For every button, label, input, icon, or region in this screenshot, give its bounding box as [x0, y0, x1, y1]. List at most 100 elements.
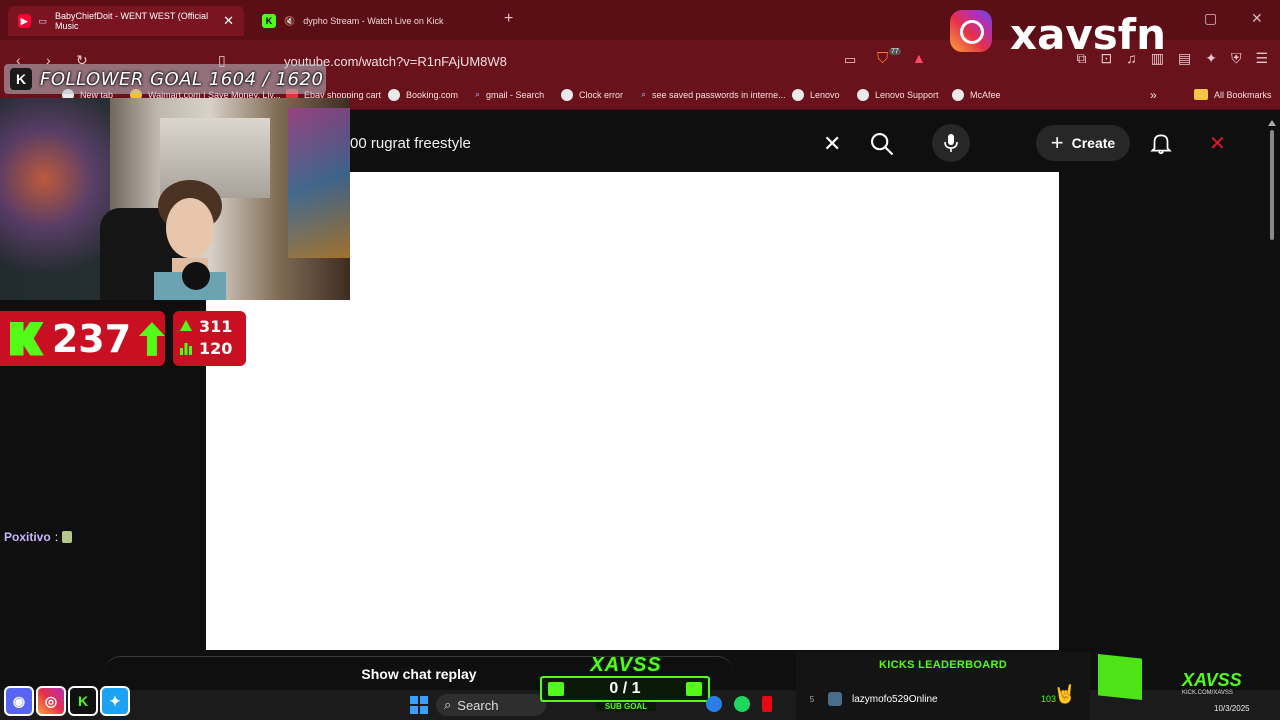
microphone-icon — [944, 134, 958, 152]
edge-icon[interactable] — [706, 696, 722, 712]
folder-icon — [1194, 89, 1208, 100]
bookmark-label: Booking.com — [406, 90, 459, 100]
follower-goal-bar: K FOLLOWER GOAL 1604 / 1620 — [4, 64, 326, 94]
sub-goal-label: SUB GOAL — [596, 702, 656, 711]
close-tab-icon[interactable]: ✕ — [223, 13, 234, 29]
instagram-icon — [950, 10, 992, 52]
kick-logo-icon — [10, 321, 44, 356]
chat-replay-label: Show chat replay — [361, 665, 477, 682]
rewards-icon[interactable]: ▲ — [912, 50, 926, 66]
screen: ▶ ▭ BabyChiefDoit - WENT WEST (Official … — [0, 0, 1280, 720]
search-icon[interactable] — [868, 130, 896, 158]
stat-up-value: 311 — [199, 316, 233, 336]
leaderboard-rank: 5 — [809, 694, 815, 704]
bookmark-lenovo[interactable]: Lenovo — [792, 89, 840, 101]
webcam-feed — [0, 98, 350, 300]
poster-right — [288, 108, 350, 258]
globe-icon — [561, 89, 573, 101]
create-label: Create — [1071, 135, 1116, 151]
windows-start-icon[interactable] — [410, 696, 428, 714]
spotify-icon[interactable] — [734, 696, 750, 712]
ai-icon[interactable]: ✦ — [1205, 50, 1217, 67]
notifications-bell-icon[interactable] — [1148, 130, 1174, 156]
search-icon: ⌕ — [475, 89, 481, 99]
kick-counter: 237 — [0, 311, 165, 366]
voice-search-button[interactable] — [932, 124, 970, 162]
chat-separator: : — [54, 530, 59, 544]
globe-icon — [388, 89, 400, 101]
clear-search-icon[interactable]: ✕ — [823, 131, 841, 157]
bookmark-label: gmail - Search — [486, 89, 545, 100]
close-overlay-icon[interactable]: ✕ — [1209, 131, 1226, 156]
url-field[interactable]: youtube.com/watch?v=R1nFAjUM8W8 — [250, 47, 870, 75]
leaderboard-title: KICKS LEADERBOARD — [879, 659, 1007, 671]
social-icons: ◉ ◎ K ✦ — [4, 686, 130, 716]
search-icon: ⌕ — [641, 89, 647, 99]
bookmark-label: see saved passwords in interne... — [652, 89, 786, 100]
netflix-icon[interactable] — [762, 696, 772, 712]
youtube-icon: ▶ — [18, 14, 31, 28]
vpn-icon[interactable]: ⛨ — [1231, 50, 1242, 67]
globe-icon — [952, 89, 964, 101]
kicks-leaderboard: KICKS LEADERBOARD 5 lazymofo529Online 10… — [796, 652, 1090, 720]
leaderboard-entry: 5 lazymofo529Online 103 🤘 — [806, 684, 1082, 710]
instagram-small-icon: ◎ — [36, 686, 66, 716]
wallet-icon[interactable]: ▤ — [1178, 50, 1191, 67]
gift-icon — [685, 682, 702, 696]
tab-youtube[interactable]: ▶ ▭ BabyChiefDoit - WENT WEST (Official … — [8, 6, 244, 36]
bookmark-label: Clock error — [579, 90, 624, 100]
shield-count-badge: 77 — [889, 48, 901, 55]
restore-window-icon[interactable]: ▢ — [1204, 10, 1217, 27]
bookmark-passwords[interactable]: ⌕ see saved passwords in interne... — [641, 89, 786, 100]
twitter-icon: ✦ — [100, 686, 130, 716]
brand-name: XAVSS — [1182, 670, 1242, 690]
kick-count: 237 — [51, 316, 132, 361]
tab-title: BabyChiefDoit - WENT WEST (Official Musi… — [55, 11, 209, 31]
xavss-brand: XAVSS KICK.COM/XAVSS — [1098, 654, 1280, 704]
taskbar-apps — [706, 696, 772, 712]
emote-icon — [62, 531, 73, 543]
create-button[interactable]: + Create — [1036, 125, 1130, 161]
tab-kick[interactable]: K 🔇 dypho Stream - Watch Live on Kick — [252, 6, 492, 36]
kick-brand-logo — [1098, 654, 1142, 700]
kick-icon: K — [10, 68, 32, 90]
taskbar-date: 10/3/2025 — [1214, 704, 1250, 713]
bookmark-gmail[interactable]: ⌕ gmail - Search — [475, 89, 544, 100]
search-input[interactable]: 00 rugrat freestyle — [350, 135, 471, 152]
bookmark-label: McAfee — [970, 90, 1001, 100]
brave-shield-icon[interactable]: ⛉ — [877, 50, 888, 67]
chat-message: Poxitivo : — [4, 530, 73, 544]
taskbar-search[interactable]: ⌕ Search — [436, 694, 546, 716]
bookmark-lenovo-support[interactable]: Lenovo Support — [857, 89, 939, 101]
follower-goal-text: FOLLOWER GOAL 1604 / 1620 — [40, 68, 324, 90]
stat-row-up: 311 — [179, 315, 240, 337]
more-bookmarks-icon[interactable]: » — [1150, 88, 1157, 102]
sub-goal-brand: XAVSS — [590, 654, 662, 676]
sub-goal-widget: XAVSS 0 / 1 SUB GOAL — [540, 654, 710, 711]
kick-small-icon: K — [68, 686, 98, 716]
stream-stats: 311 120 — [173, 311, 246, 366]
bookmark-clock-error[interactable]: Clock error — [561, 89, 623, 101]
scrollbar[interactable] — [1268, 120, 1276, 240]
new-tab-icon[interactable]: + — [504, 10, 513, 28]
bookmark-label: Lenovo — [810, 90, 840, 100]
cast-icon[interactable]: ▭ — [844, 52, 856, 68]
bookmark-mcafee[interactable]: McAfee — [952, 89, 1001, 101]
rock-hand-icon: 🤘 — [1053, 684, 1076, 704]
search-icon: ⌕ — [444, 697, 452, 712]
bookmark-label: Lenovo Support — [875, 90, 939, 100]
leaderboard-name: lazymofo529Online — [852, 693, 938, 705]
bookmark-label: All Bookmarks — [1214, 89, 1272, 100]
sub-goal-box: 0 / 1 — [540, 676, 710, 702]
tab-title: dypho Stream - Watch Live on Kick — [303, 16, 444, 26]
close-window-icon[interactable]: ✕ — [1251, 10, 1263, 27]
triangle-up-icon — [180, 320, 192, 331]
globe-icon — [857, 89, 869, 101]
sub-goal-count: 0 / 1 — [609, 680, 641, 697]
stat-row-bars: 120 — [179, 337, 240, 359]
all-bookmarks-folder[interactable]: All Bookmarks — [1194, 89, 1272, 100]
globe-icon — [792, 89, 804, 101]
bookmark-booking[interactable]: Booking.com — [388, 89, 458, 101]
menu-icon[interactable]: ☰ — [1255, 50, 1268, 67]
gift-icon — [548, 682, 564, 696]
